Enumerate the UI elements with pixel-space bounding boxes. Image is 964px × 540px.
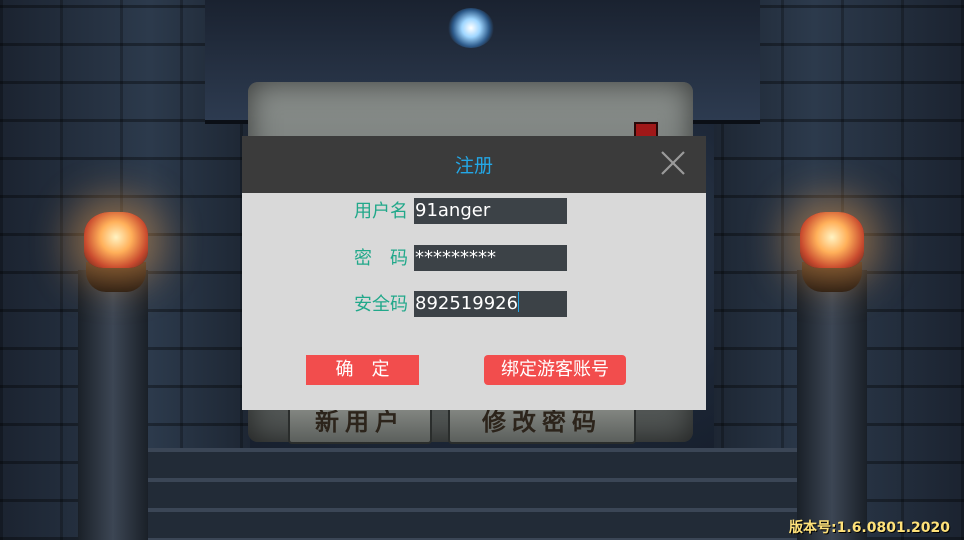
password-field[interactable]: *********	[414, 245, 567, 271]
password-label: 密 码	[354, 248, 408, 269]
glowing-gem-icon	[448, 8, 494, 48]
stone-steps	[120, 448, 844, 540]
left-torch-icon	[84, 212, 148, 268]
confirm-button[interactable]: 确 定	[306, 355, 419, 385]
close-button[interactable]	[657, 147, 689, 179]
register-dialog: 注册 用户名 91anger 密 码 ********* 安全码 8925199…	[242, 136, 706, 410]
dialog-header: 注册	[242, 136, 706, 193]
username-field[interactable]: 91anger	[414, 198, 567, 224]
version-label: 版本号:1.6.0801.2020	[789, 520, 950, 536]
bind-guest-account-button[interactable]: 绑定游客账号	[484, 355, 626, 385]
security-code-value: 892519926	[415, 293, 519, 314]
right-torch-icon	[800, 212, 864, 268]
text-caret	[518, 292, 520, 312]
dialog-title: 注册	[454, 155, 493, 177]
security-code-field[interactable]: 892519926	[414, 291, 567, 317]
left-pillar	[78, 270, 148, 540]
right-pillar	[797, 270, 867, 540]
username-label: 用户名	[354, 201, 408, 222]
security-code-label: 安全码	[354, 294, 408, 315]
close-icon	[661, 151, 685, 175]
